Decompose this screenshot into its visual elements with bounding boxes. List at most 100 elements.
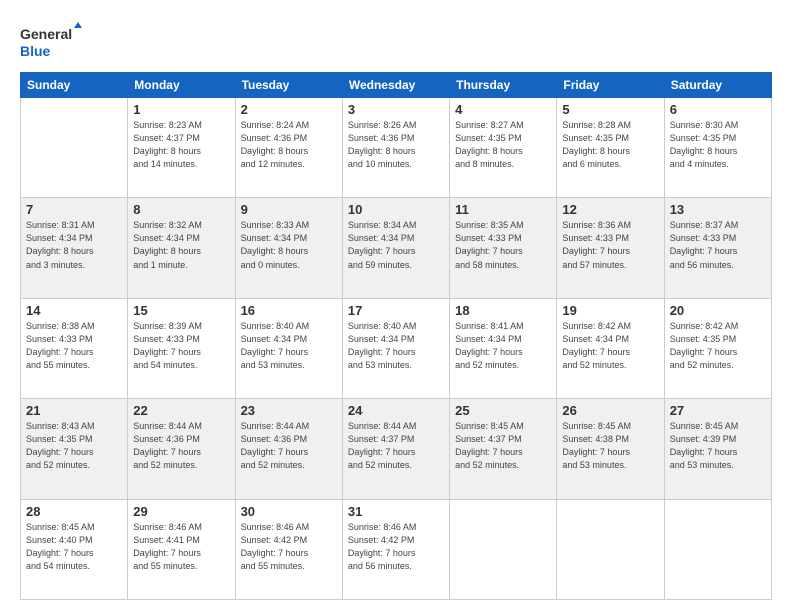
calendar-cell: 19 Sunrise: 8:42 AM Sunset: 4:34 PM Dayli… <box>557 298 664 398</box>
calendar-week-2: 7 Sunrise: 8:31 AM Sunset: 4:34 PM Daylig… <box>21 198 772 298</box>
calendar-cell: 1Sunrise: 8:23 AM Sunset: 4:37 PM Daylig… <box>128 98 235 198</box>
calendar-week-1: 1Sunrise: 8:23 AM Sunset: 4:37 PM Daylig… <box>21 98 772 198</box>
day-info: Sunrise: 8:45 AM Sunset: 4:40 PM Dayligh… <box>26 521 122 573</box>
day-number: 31 <box>348 504 444 519</box>
day-info: Sunrise: 8:42 AM Sunset: 4:34 PM Dayligh… <box>562 320 658 372</box>
day-info: Sunrise: 8:26 AM Sunset: 4:36 PM Dayligh… <box>348 119 444 171</box>
day-info: Sunrise: 8:46 AM Sunset: 4:41 PM Dayligh… <box>133 521 229 573</box>
logo-svg: General Blue <box>20 22 90 62</box>
day-number: 22 <box>133 403 229 418</box>
calendar-cell: 20 Sunrise: 8:42 AM Sunset: 4:35 PM Dayli… <box>664 298 771 398</box>
day-info: Sunrise: 8:44 AM Sunset: 4:36 PM Dayligh… <box>241 420 337 472</box>
day-number: 17 <box>348 303 444 318</box>
day-number: 3 <box>348 102 444 117</box>
calendar-cell: 26 Sunrise: 8:45 AM Sunset: 4:38 PM Dayli… <box>557 399 664 499</box>
calendar-week-5: 28 Sunrise: 8:45 AM Sunset: 4:40 PM Dayli… <box>21 499 772 599</box>
day-number: 30 <box>241 504 337 519</box>
calendar-cell: 18 Sunrise: 8:41 AM Sunset: 4:34 PM Dayli… <box>450 298 557 398</box>
day-info: Sunrise: 8:45 AM Sunset: 4:39 PM Dayligh… <box>670 420 766 472</box>
day-number: 24 <box>348 403 444 418</box>
day-info: Sunrise: 8:40 AM Sunset: 4:34 PM Dayligh… <box>241 320 337 372</box>
day-info: Sunrise: 8:35 AM Sunset: 4:33 PM Dayligh… <box>455 219 551 271</box>
page: General Blue SundayMondayTuesdayWednesda… <box>0 0 792 612</box>
calendar-cell: 25 Sunrise: 8:45 AM Sunset: 4:37 PM Dayli… <box>450 399 557 499</box>
day-number: 23 <box>241 403 337 418</box>
day-number: 18 <box>455 303 551 318</box>
day-number: 14 <box>26 303 122 318</box>
day-number: 16 <box>241 303 337 318</box>
day-info: Sunrise: 8:27 AM Sunset: 4:35 PM Dayligh… <box>455 119 551 171</box>
day-info: Sunrise: 8:44 AM Sunset: 4:36 PM Dayligh… <box>133 420 229 472</box>
weekday-sunday: Sunday <box>21 73 128 98</box>
svg-text:General: General <box>20 26 72 42</box>
weekday-header-row: SundayMondayTuesdayWednesdayThursdayFrid… <box>21 73 772 98</box>
calendar-cell: 29 Sunrise: 8:46 AM Sunset: 4:41 PM Dayli… <box>128 499 235 599</box>
weekday-saturday: Saturday <box>664 73 771 98</box>
calendar-cell: 15Sunrise: 8:39 AM Sunset: 4:33 PM Dayli… <box>128 298 235 398</box>
day-info: Sunrise: 8:46 AM Sunset: 4:42 PM Dayligh… <box>241 521 337 573</box>
day-number: 28 <box>26 504 122 519</box>
day-info: Sunrise: 8:40 AM Sunset: 4:34 PM Dayligh… <box>348 320 444 372</box>
weekday-wednesday: Wednesday <box>342 73 449 98</box>
day-number: 26 <box>562 403 658 418</box>
day-info: Sunrise: 8:38 AM Sunset: 4:33 PM Dayligh… <box>26 320 122 372</box>
day-number: 29 <box>133 504 229 519</box>
day-info: Sunrise: 8:39 AM Sunset: 4:33 PM Dayligh… <box>133 320 229 372</box>
day-number: 5 <box>562 102 658 117</box>
calendar-cell: 2 Sunrise: 8:24 AM Sunset: 4:36 PM Daylig… <box>235 98 342 198</box>
calendar-cell: 21Sunrise: 8:43 AM Sunset: 4:35 PM Dayli… <box>21 399 128 499</box>
calendar-cell: 6Sunrise: 8:30 AM Sunset: 4:35 PM Daylig… <box>664 98 771 198</box>
day-info: Sunrise: 8:44 AM Sunset: 4:37 PM Dayligh… <box>348 420 444 472</box>
day-info: Sunrise: 8:36 AM Sunset: 4:33 PM Dayligh… <box>562 219 658 271</box>
calendar-cell <box>557 499 664 599</box>
calendar-cell: 5Sunrise: 8:28 AM Sunset: 4:35 PM Daylig… <box>557 98 664 198</box>
calendar-cell: 27Sunrise: 8:45 AM Sunset: 4:39 PM Dayli… <box>664 399 771 499</box>
weekday-friday: Friday <box>557 73 664 98</box>
calendar-cell: 31 Sunrise: 8:46 AM Sunset: 4:42 PM Dayli… <box>342 499 449 599</box>
day-number: 19 <box>562 303 658 318</box>
calendar-cell <box>450 499 557 599</box>
day-number: 9 <box>241 202 337 217</box>
calendar-cell: 8 Sunrise: 8:32 AM Sunset: 4:34 PM Daylig… <box>128 198 235 298</box>
day-number: 8 <box>133 202 229 217</box>
header: General Blue <box>20 18 772 62</box>
day-number: 1 <box>133 102 229 117</box>
day-number: 7 <box>26 202 122 217</box>
calendar-cell: 7 Sunrise: 8:31 AM Sunset: 4:34 PM Daylig… <box>21 198 128 298</box>
day-number: 25 <box>455 403 551 418</box>
day-info: Sunrise: 8:33 AM Sunset: 4:34 PM Dayligh… <box>241 219 337 271</box>
calendar-cell: 4Sunrise: 8:27 AM Sunset: 4:35 PM Daylig… <box>450 98 557 198</box>
day-number: 11 <box>455 202 551 217</box>
weekday-tuesday: Tuesday <box>235 73 342 98</box>
calendar-cell: 12Sunrise: 8:36 AM Sunset: 4:33 PM Dayli… <box>557 198 664 298</box>
svg-text:Blue: Blue <box>20 43 51 59</box>
day-info: Sunrise: 8:45 AM Sunset: 4:38 PM Dayligh… <box>562 420 658 472</box>
day-number: 10 <box>348 202 444 217</box>
day-info: Sunrise: 8:32 AM Sunset: 4:34 PM Dayligh… <box>133 219 229 271</box>
day-info: Sunrise: 8:41 AM Sunset: 4:34 PM Dayligh… <box>455 320 551 372</box>
day-info: Sunrise: 8:46 AM Sunset: 4:42 PM Dayligh… <box>348 521 444 573</box>
calendar-cell: 24 Sunrise: 8:44 AM Sunset: 4:37 PM Dayli… <box>342 399 449 499</box>
calendar-body: 1Sunrise: 8:23 AM Sunset: 4:37 PM Daylig… <box>21 98 772 600</box>
day-info: Sunrise: 8:45 AM Sunset: 4:37 PM Dayligh… <box>455 420 551 472</box>
calendar-cell: 22 Sunrise: 8:44 AM Sunset: 4:36 PM Dayli… <box>128 399 235 499</box>
calendar-table: SundayMondayTuesdayWednesdayThursdayFrid… <box>20 72 772 600</box>
calendar-header: SundayMondayTuesdayWednesdayThursdayFrid… <box>21 73 772 98</box>
weekday-thursday: Thursday <box>450 73 557 98</box>
day-number: 2 <box>241 102 337 117</box>
day-number: 21 <box>26 403 122 418</box>
day-number: 20 <box>670 303 766 318</box>
calendar-cell: 10Sunrise: 8:34 AM Sunset: 4:34 PM Dayli… <box>342 198 449 298</box>
day-info: Sunrise: 8:30 AM Sunset: 4:35 PM Dayligh… <box>670 119 766 171</box>
day-info: Sunrise: 8:37 AM Sunset: 4:33 PM Dayligh… <box>670 219 766 271</box>
calendar-cell: 13 Sunrise: 8:37 AM Sunset: 4:33 PM Dayli… <box>664 198 771 298</box>
day-info: Sunrise: 8:24 AM Sunset: 4:36 PM Dayligh… <box>241 119 337 171</box>
calendar-cell: 11 Sunrise: 8:35 AM Sunset: 4:33 PM Dayli… <box>450 198 557 298</box>
day-info: Sunrise: 8:31 AM Sunset: 4:34 PM Dayligh… <box>26 219 122 271</box>
day-info: Sunrise: 8:42 AM Sunset: 4:35 PM Dayligh… <box>670 320 766 372</box>
calendar-week-4: 21Sunrise: 8:43 AM Sunset: 4:35 PM Dayli… <box>21 399 772 499</box>
calendar-cell <box>21 98 128 198</box>
calendar-cell: 23 Sunrise: 8:44 AM Sunset: 4:36 PM Dayli… <box>235 399 342 499</box>
day-number: 13 <box>670 202 766 217</box>
weekday-monday: Monday <box>128 73 235 98</box>
